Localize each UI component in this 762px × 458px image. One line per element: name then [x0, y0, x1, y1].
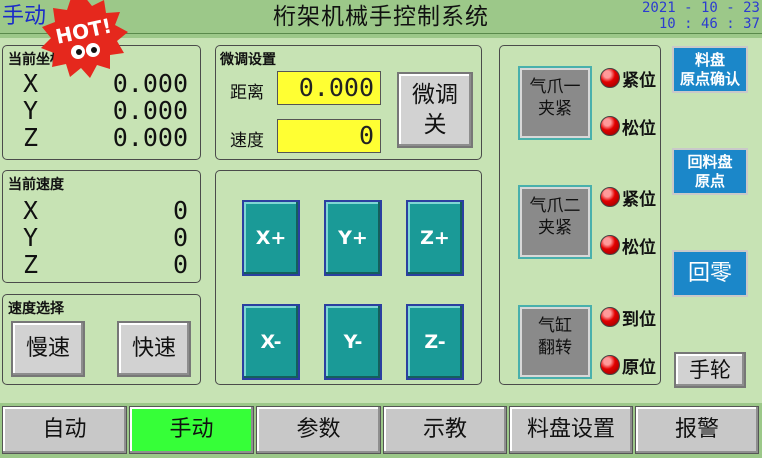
position-z-value: 0.000 — [112, 123, 188, 152]
jog-y-minus-button[interactable]: Y- — [324, 304, 382, 380]
gripper1-clamp-button[interactable]: 气爪一 夹紧 — [518, 66, 592, 140]
cylinder-in-position-led — [600, 307, 620, 327]
tab-tray-settings[interactable]: 料盘设置 — [509, 406, 633, 454]
speed-select-panel: 速度选择 慢速 快速 — [2, 294, 201, 385]
jog-z-minus-button[interactable]: Z- — [406, 304, 464, 380]
tab-manual[interactable]: 手动 — [129, 406, 254, 454]
speed-title: 当前速度 — [8, 177, 64, 193]
fine-adjust-panel: 微调设置 距离 0.000 速度 0 微调 关 — [215, 45, 482, 160]
io-panel: 气爪一 夹紧 紧位 松位 气爪二 夹紧 紧位 松位 气缸 翻转 到位 原位 — [499, 45, 661, 385]
fine-adjust-toggle-button[interactable]: 微调 关 — [397, 72, 473, 148]
gripper1-released-led — [600, 116, 620, 136]
cylinder-origin-led — [600, 355, 620, 375]
tab-alarm[interactable]: 报警 — [635, 406, 759, 454]
speed-x-row: X 0 — [23, 197, 188, 225]
position-y-row: Y 0.000 — [23, 97, 188, 125]
speed-z-value: 0 — [172, 250, 188, 279]
tab-teach[interactable]: 示教 — [383, 406, 507, 454]
jog-x-plus-button[interactable]: X+ — [242, 200, 300, 276]
hot-badge-icon: HOT! — [41, 0, 128, 78]
return-tray-origin-line2: 原点 — [694, 172, 725, 190]
gripper2-line2: 夹紧 — [538, 218, 572, 238]
cylinder-origin-label: 原位 — [622, 358, 656, 378]
gripper1-clamped-label: 紧位 — [622, 71, 656, 91]
gripper2-clamp-button[interactable]: 气爪二 夹紧 — [518, 185, 592, 259]
speed-z-row: Z 0 — [23, 251, 188, 279]
speed-y-label: Y — [23, 223, 39, 252]
gripper2-clamped-label: 紧位 — [622, 190, 656, 210]
tab-parameters[interactable]: 参数 — [256, 406, 381, 454]
return-tray-origin-line1: 回料盘 — [687, 153, 733, 171]
cylinder-in-position-label: 到位 — [622, 310, 656, 330]
gripper2-line1: 气爪二 — [529, 196, 581, 216]
gripper1-line2: 夹紧 — [538, 99, 572, 119]
date-display: 2021 - 10 - 23 — [641, 0, 760, 16]
jog-panel: X+ Y+ Z+ X- Y- Z- — [215, 170, 482, 385]
time-display: 10 : 46 : 37 — [658, 16, 760, 32]
speed-x-value: 0 — [172, 196, 188, 225]
fine-speed-input[interactable]: 0 — [277, 119, 381, 153]
distance-label: 距离 — [230, 83, 264, 103]
speed-y-row: Y 0 — [23, 224, 188, 252]
cylinder-flip-button[interactable]: 气缸 翻转 — [518, 305, 592, 379]
speed-z-label: Z — [23, 250, 39, 279]
gripper2-clamped-led — [600, 187, 620, 207]
position-x-label: X — [23, 69, 39, 98]
speed-panel: 当前速度 X 0 Y 0 Z 0 — [2, 170, 201, 283]
gripper1-line1: 气爪一 — [529, 77, 581, 97]
position-y-label: Y — [23, 96, 39, 125]
cylinder-line2: 翻转 — [538, 338, 572, 358]
handwheel-button[interactable]: 手轮 — [674, 352, 746, 388]
distance-input[interactable]: 0.000 — [277, 71, 381, 105]
tray-origin-confirm-line2: 原点确认 — [679, 70, 740, 88]
tab-auto[interactable]: 自动 — [2, 406, 127, 454]
fine-speed-label: 速度 — [230, 131, 264, 151]
cylinder-line1: 气缸 — [538, 316, 572, 336]
fast-speed-button[interactable]: 快速 — [117, 321, 191, 377]
jog-x-minus-button[interactable]: X- — [242, 304, 300, 380]
speed-select-title: 速度选择 — [8, 301, 64, 317]
return-tray-origin-button[interactable]: 回料盘 原点 — [672, 148, 748, 195]
position-z-label: Z — [23, 123, 39, 152]
speed-x-label: X — [23, 196, 39, 225]
fine-adjust-toggle-line2: 关 — [423, 112, 447, 138]
jog-y-plus-button[interactable]: Y+ — [324, 200, 382, 276]
fine-adjust-title: 微调设置 — [220, 52, 276, 68]
position-y-value: 0.000 — [112, 96, 188, 125]
slow-speed-button[interactable]: 慢速 — [11, 321, 85, 377]
tray-origin-confirm-button[interactable]: 料盘 原点确认 — [672, 46, 748, 93]
position-z-row: Z 0.000 — [23, 124, 188, 152]
gripper2-released-led — [600, 235, 620, 255]
speed-y-value: 0 — [172, 223, 188, 252]
gripper1-clamped-led — [600, 68, 620, 88]
fine-adjust-toggle-line1: 微调 — [412, 82, 458, 108]
homing-button[interactable]: 回零 — [672, 250, 748, 297]
jog-z-plus-button[interactable]: Z+ — [406, 200, 464, 276]
tray-origin-confirm-line1: 料盘 — [694, 51, 725, 69]
gripper2-released-label: 松位 — [622, 238, 656, 258]
gripper1-released-label: 松位 — [622, 119, 656, 139]
